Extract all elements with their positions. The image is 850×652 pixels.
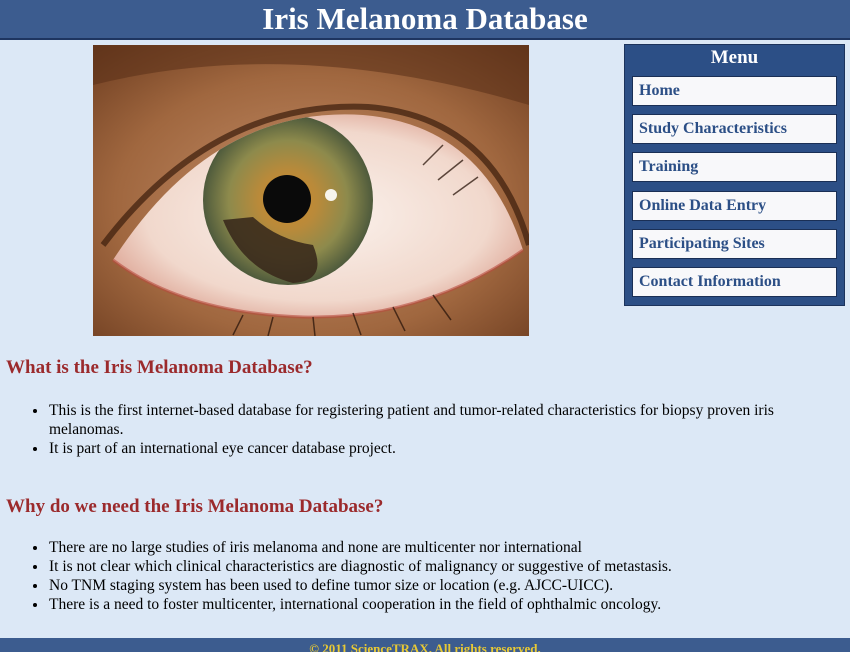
menu-item-study-characteristics[interactable]: Study Characteristics [632,114,837,144]
section-title-why-need: Why do we need the Iris Melanoma Databas… [6,496,384,517]
list-item: No TNM staging system has been used to d… [48,576,838,595]
list-item: It is not clear which clinical character… [48,557,838,576]
list-item: It is part of an international eye cance… [48,439,838,458]
menu-item-training[interactable]: Training [632,152,837,182]
menu-item-participating-sites[interactable]: Participating Sites [632,229,837,259]
page-title: Iris Melanoma Database [262,1,588,36]
menu-item-contact-information[interactable]: Contact Information [632,267,837,297]
menu-item-home[interactable]: Home [632,76,837,106]
copyright-text: © 2011 ScienceTRAX. All rights reserved. [309,641,541,652]
list-item: There is a need to foster multicenter, i… [48,595,838,614]
what-is-bullet-list: This is the first internet-based databas… [0,401,838,458]
section-title-what-is: What is the Iris Melanoma Database? [6,357,313,378]
menu-title: Menu [710,47,759,68]
main-menu: Menu Home Study Characteristics Training… [624,44,845,306]
eye-closeup-photo [93,45,529,336]
site-header: Iris Melanoma Database [0,0,850,40]
site-footer: © 2011 ScienceTRAX. All rights reserved. [0,638,850,652]
menu-item-online-data-entry[interactable]: Online Data Entry [632,191,837,221]
list-item: This is the first internet-based databas… [48,401,838,439]
why-need-bullet-list: There are no large studies of iris melan… [0,538,838,614]
list-item: There are no large studies of iris melan… [48,538,838,557]
